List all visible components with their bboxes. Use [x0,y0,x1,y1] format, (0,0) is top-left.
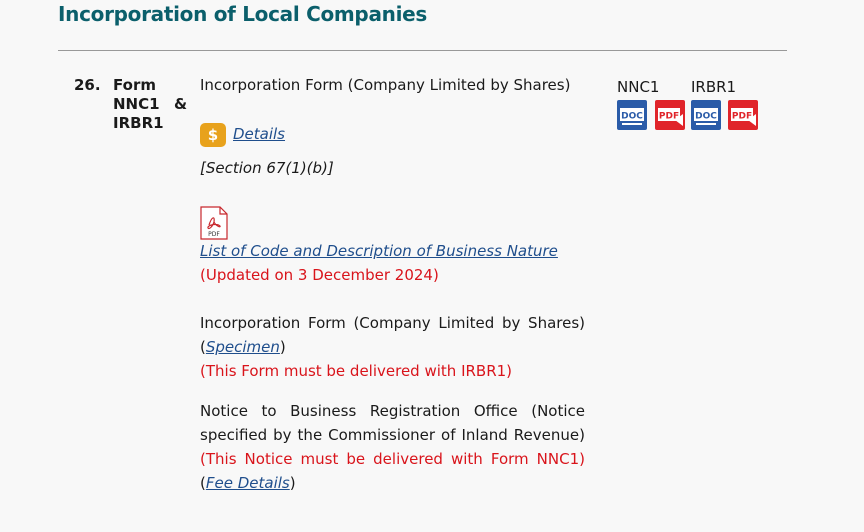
notice-close-paren: ) [289,474,296,492]
notice-name: Notice to Business Registration Office (… [200,402,585,444]
form-code-line3: IRBR1 [113,114,164,132]
notice-note: (This Notice must be delivered with Form… [200,450,585,468]
nnc1-pdf-icon[interactable]: PDF [655,100,685,130]
irbr1-pdf-icon[interactable]: PDF [728,100,758,130]
nnc1-doc-icon[interactable]: DOC [617,100,647,130]
svg-text:DOC: DOC [695,112,717,122]
nnc1-label: NNC1 [617,78,660,96]
divider [58,50,787,51]
form-code-amp: & [174,95,188,113]
form-block-2: Incorporation Form (Company Limited by S… [200,311,585,383]
form-name: Incorporation Form (Company Limited by S… [200,76,571,94]
dollar-icon: $ [200,122,226,147]
fee-details-link-2[interactable]: Fee Details [206,474,290,492]
pdf-file-icon[interactable]: PDF [200,206,228,240]
business-nature-updated: (Updated on 3 December 2024) [200,266,439,284]
specimen-link[interactable]: Specimen [206,338,280,356]
fee-row: $ Details [200,122,585,147]
form-code-line1: Form [113,76,156,94]
business-nature-link[interactable]: List of Code and Description of Business… [200,242,558,260]
svg-text:DOC: DOC [621,112,643,122]
notice-block: Notice to Business Registration Office (… [200,399,585,495]
form-code: Form NNC1 & IRBR1 [113,76,188,133]
irbr1-label: IRBR1 [691,78,737,96]
irbr1-doc-icon[interactable]: DOC [691,100,721,130]
page-title: Incorporation of Local Companies [58,2,428,26]
form-note: (This Form must be delivered with IRBR1) [200,362,513,380]
section-ref: [Section 67(1)(b)] [200,159,334,177]
entry-number: 26. [74,76,101,94]
pdf-small-text: PDF [208,231,220,238]
fee-details-link[interactable]: Details [233,125,285,143]
pdf-doc-row: PDF [200,206,585,242]
business-nature-block: List of Code and Description of Business… [200,239,585,287]
close-paren: ) [279,338,286,356]
